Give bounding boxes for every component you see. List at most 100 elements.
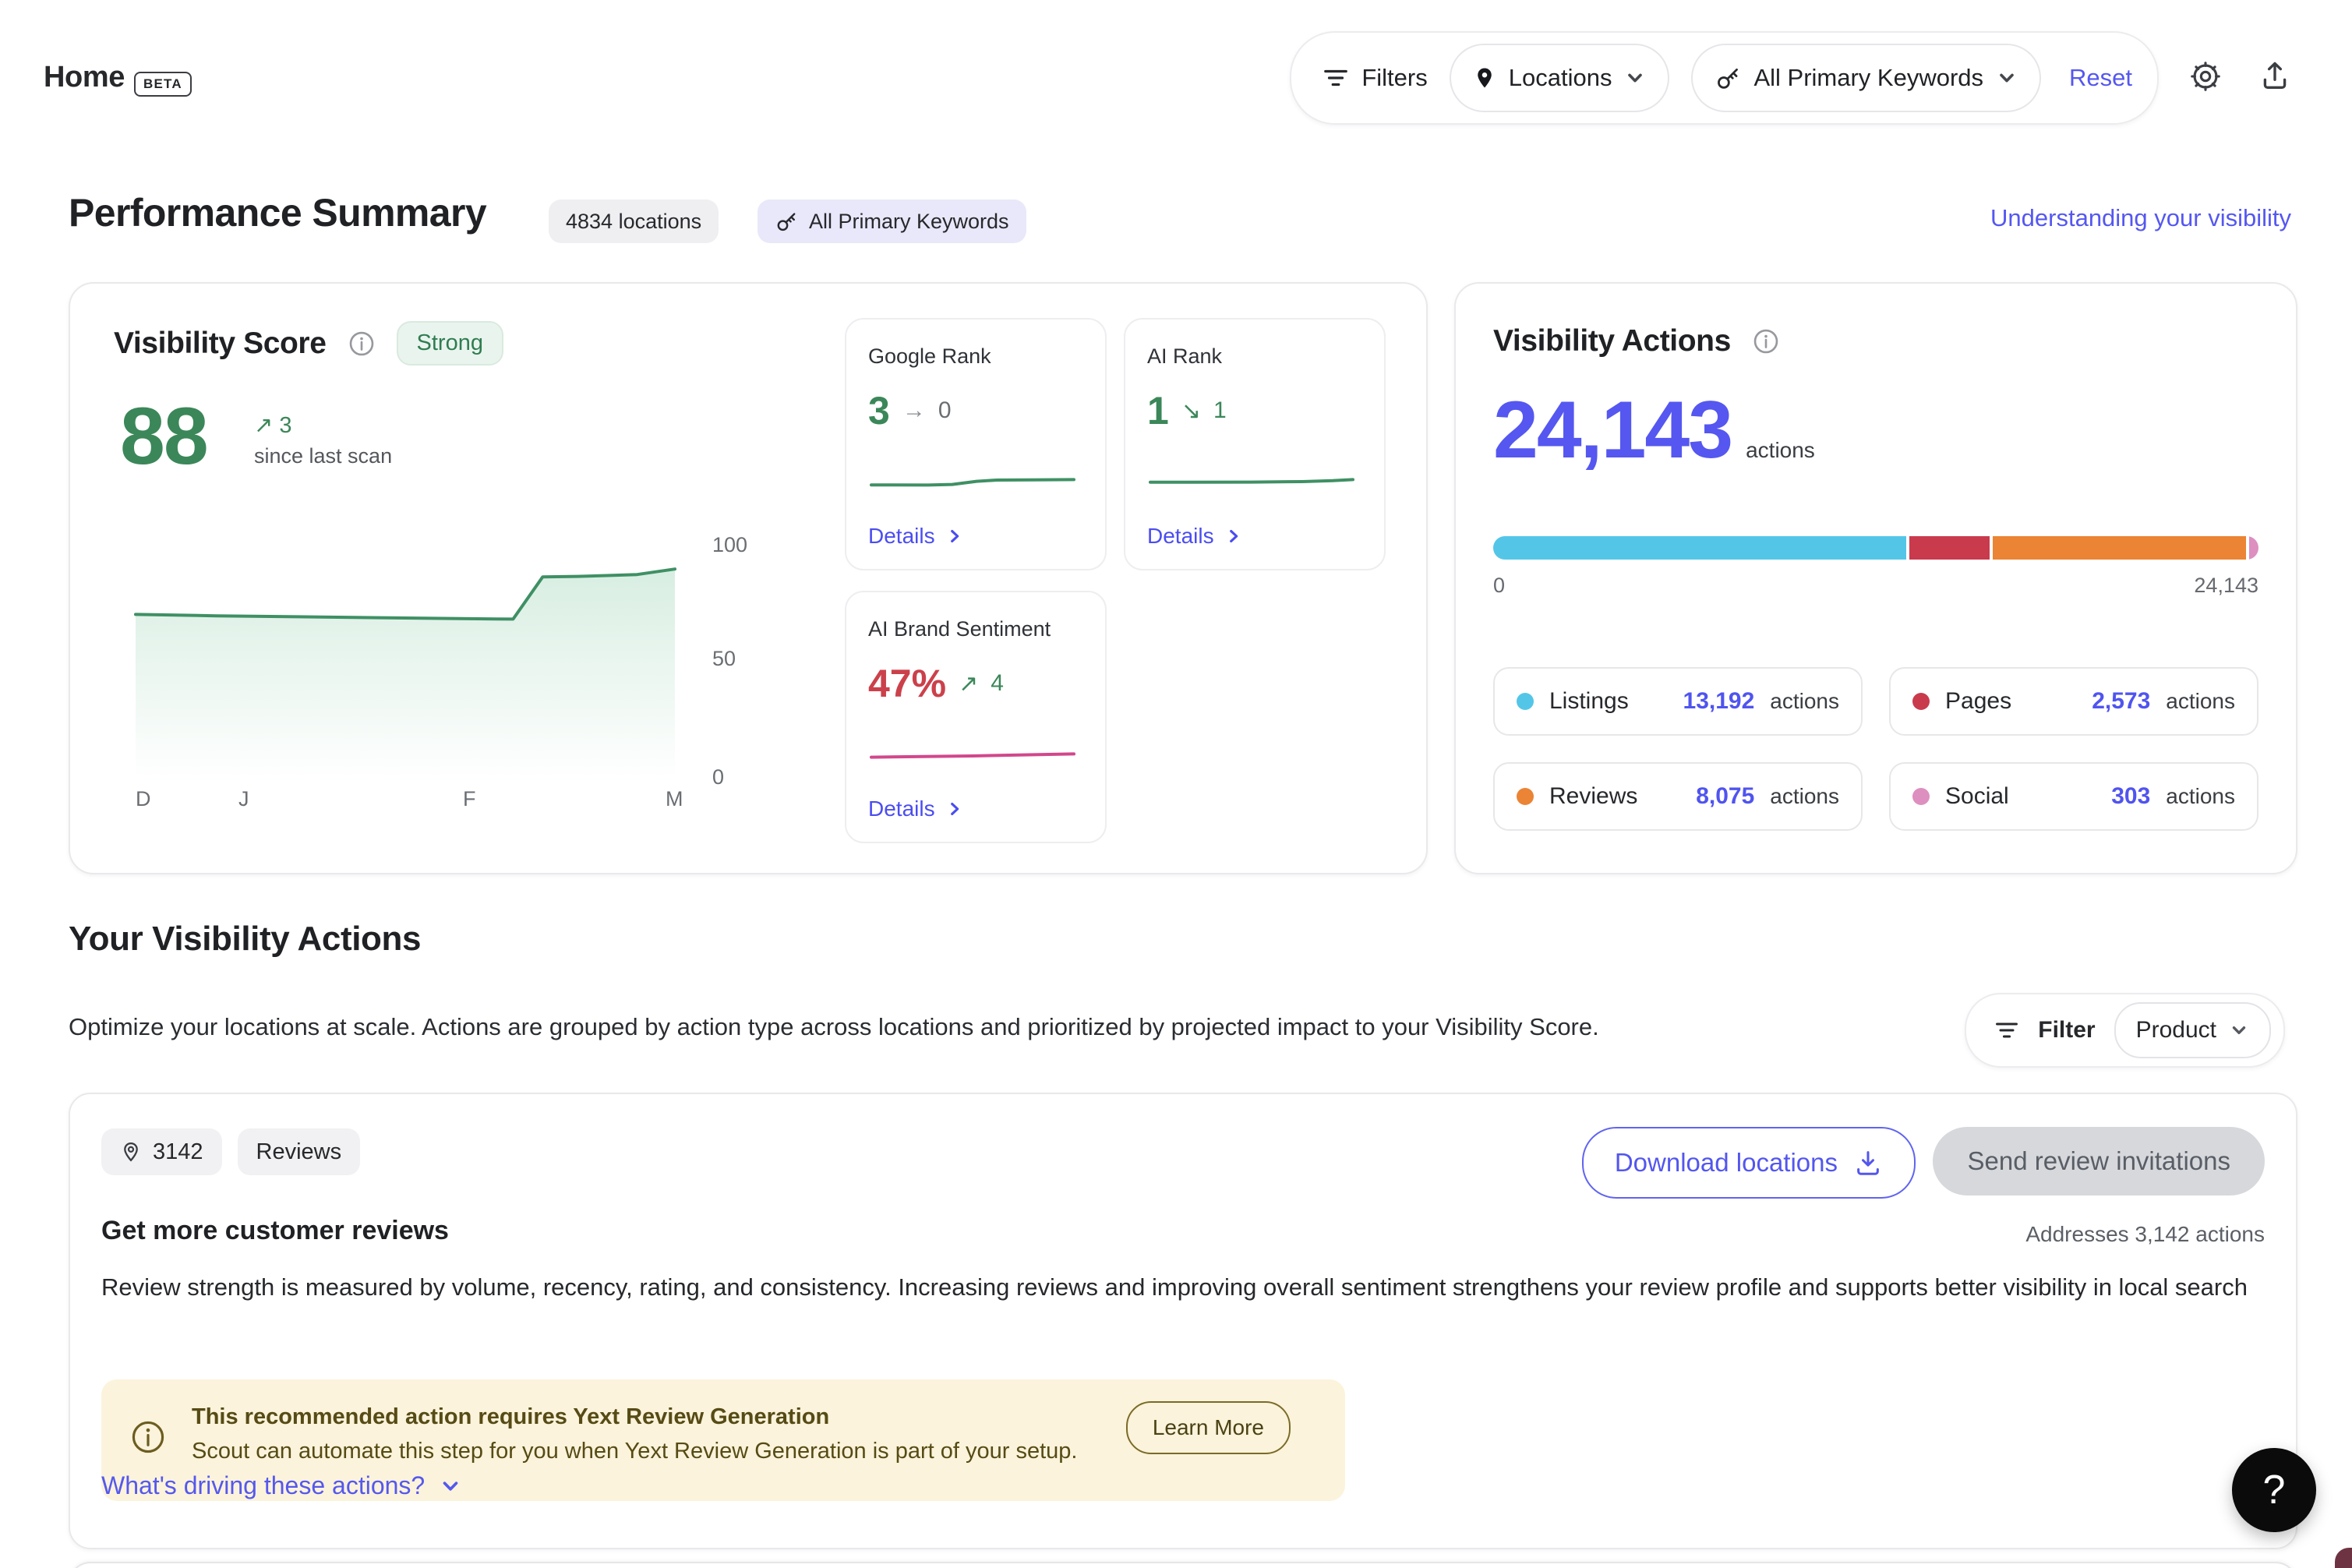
- google-rank-sparkline: [868, 463, 1077, 497]
- locations-dropdown[interactable]: Locations: [1450, 44, 1670, 112]
- legend-unit: actions: [2166, 689, 2235, 714]
- share-upload-icon[interactable]: [2258, 59, 2296, 97]
- legend-label: Listings: [1549, 688, 1629, 715]
- page-title: Home: [44, 61, 125, 94]
- locations-count-badge: 4834 locations: [549, 200, 719, 243]
- score-delta: ↗ 3: [254, 411, 292, 439]
- sentiment-details-link[interactable]: Details: [868, 796, 963, 821]
- download-locations-label: Download locations: [1615, 1148, 1838, 1178]
- status-badge: Strong: [397, 321, 503, 366]
- scale-min: 0: [1493, 574, 1505, 598]
- listings-dot: [1517, 693, 1534, 710]
- ai-rank-sparkline: [1147, 463, 1356, 497]
- chevron-right-icon: [946, 800, 963, 818]
- legend-value: 13,192: [1683, 688, 1755, 715]
- pages-dot: [1912, 693, 1930, 710]
- send-review-invitations-button[interactable]: Send review invitations: [1933, 1127, 2265, 1195]
- y-tick-100: 100: [712, 533, 747, 557]
- location-count-label: 3142: [153, 1139, 203, 1165]
- next-action-card-edge: [69, 1562, 2297, 1568]
- keywords-badge-label: All Primary Keywords: [809, 210, 1009, 234]
- legend-value: 303: [2111, 783, 2150, 810]
- send-review-invitations-label: Send review invitations: [1967, 1146, 2230, 1176]
- locations-count-label: 4834 locations: [566, 210, 701, 234]
- whats-driving-label: What's driving these actions?: [101, 1471, 425, 1500]
- reset-button[interactable]: Reset: [2069, 64, 2132, 92]
- score-delta-value: 3: [279, 413, 291, 438]
- actions-legend: Listings 13,192 actions Pages 2,573 acti…: [1493, 667, 2258, 831]
- actions-stacked-bar: [1493, 536, 2258, 560]
- sentiment-value: 47%: [868, 661, 946, 706]
- x-tick-d: D: [136, 787, 151, 811]
- addresses-count-label: Addresses 3,142 actions: [2025, 1222, 2265, 1247]
- legend-value: 8,075: [1696, 783, 1754, 810]
- chevron-right-icon: [1225, 528, 1242, 545]
- reviews-dot: [1517, 788, 1534, 805]
- beta-badge: BETA: [134, 72, 192, 97]
- understanding-visibility-link[interactable]: Understanding your visibility: [1990, 204, 2291, 232]
- legend-tile-reviews: Reviews 8,075 actions: [1493, 762, 1863, 831]
- category-tag: Reviews: [238, 1128, 361, 1175]
- location-pin-outline-icon: [120, 1141, 142, 1163]
- info-icon: [131, 1420, 165, 1454]
- x-tick-f: F: [463, 787, 476, 811]
- sentiment-delta: 4: [991, 670, 1004, 697]
- learn-more-button[interactable]: Learn More: [1126, 1401, 1291, 1454]
- review-action-card: 3142 Reviews Download locations Send rev…: [69, 1093, 2297, 1549]
- social-dot: [1912, 788, 1930, 805]
- filters-button[interactable]: Filters: [1323, 64, 1427, 92]
- keywords-label: All Primary Keywords: [1753, 64, 1983, 92]
- legend-label: Pages: [1945, 688, 2011, 715]
- y-tick-50: 50: [712, 647, 736, 671]
- chevron-down-icon: [1996, 67, 2018, 89]
- banner-body: Scout can automate this step for you whe…: [192, 1439, 1077, 1464]
- bar-segment-pages: [1909, 536, 1990, 560]
- bar-segment-reviews: [1993, 536, 2245, 560]
- legend-label: Social: [1945, 783, 2009, 810]
- key-icon: [1715, 65, 1741, 91]
- ai-rank-delta: 1: [1213, 397, 1227, 424]
- legend-unit: actions: [1770, 689, 1839, 714]
- filter-lines-icon: [1994, 1020, 2019, 1040]
- settings-gear-icon[interactable]: [2188, 59, 2226, 97]
- ai-brand-sentiment-card: AI Brand Sentiment 47% ↗ 4 Details: [845, 591, 1107, 843]
- sentiment-title: AI Brand Sentiment: [868, 617, 1051, 641]
- download-locations-button[interactable]: Download locations: [1582, 1127, 1916, 1199]
- chevron-down-icon: [2229, 1020, 2249, 1040]
- chevron-down-icon: [439, 1474, 462, 1498]
- legend-tile-social: Social 303 actions: [1889, 762, 2258, 831]
- bar-scale: 0 24,143: [1493, 574, 2258, 598]
- scale-max: 24,143: [2194, 574, 2258, 598]
- visibility-actions-card: Visibility Actions 24,143 actions 0 24,1…: [1454, 282, 2297, 874]
- help-button[interactable]: ?: [2232, 1448, 2316, 1532]
- location-pin-icon: [1473, 65, 1496, 90]
- corner-widget-fragment: [2335, 1548, 2352, 1568]
- score-caption: since last scan: [254, 444, 392, 468]
- legend-tile-pages: Pages 2,573 actions: [1889, 667, 2258, 736]
- legend-unit: actions: [1770, 784, 1839, 809]
- action-heading: Get more customer reviews: [101, 1216, 449, 1246]
- google-rank-details-link[interactable]: Details: [868, 524, 963, 549]
- key-icon: [775, 210, 798, 233]
- info-icon[interactable]: [1753, 328, 1779, 355]
- section-title-performance-summary: Performance Summary: [69, 190, 486, 235]
- whats-driving-expander[interactable]: What's driving these actions?: [101, 1471, 462, 1500]
- legend-tile-listings: Listings 13,192 actions: [1493, 667, 1863, 736]
- ai-rank-title: AI Rank: [1147, 344, 1222, 369]
- product-filter-dropdown[interactable]: Product: [2114, 1002, 2271, 1058]
- visibility-score-chart: [132, 530, 678, 779]
- actions-total-unit: actions: [1746, 438, 1815, 463]
- keywords-dropdown[interactable]: All Primary Keywords: [1691, 44, 2041, 112]
- locations-label: Locations: [1509, 64, 1612, 92]
- action-description: Review strength is measured by volume, r…: [101, 1269, 2277, 1306]
- actions-filter-bar: Filter Product: [1965, 993, 2285, 1068]
- google-rank-value: 3: [868, 388, 890, 433]
- trend-flat-icon: →: [902, 397, 926, 424]
- legend-label: Reviews: [1549, 783, 1637, 810]
- download-icon: [1853, 1148, 1883, 1178]
- visibility-actions-title: Visibility Actions: [1493, 324, 1731, 358]
- info-icon[interactable]: [348, 330, 375, 357]
- bar-segment-social: [2249, 536, 2258, 560]
- visibility-score-title: Visibility Score: [114, 327, 327, 361]
- ai-rank-details-link[interactable]: Details: [1147, 524, 1242, 549]
